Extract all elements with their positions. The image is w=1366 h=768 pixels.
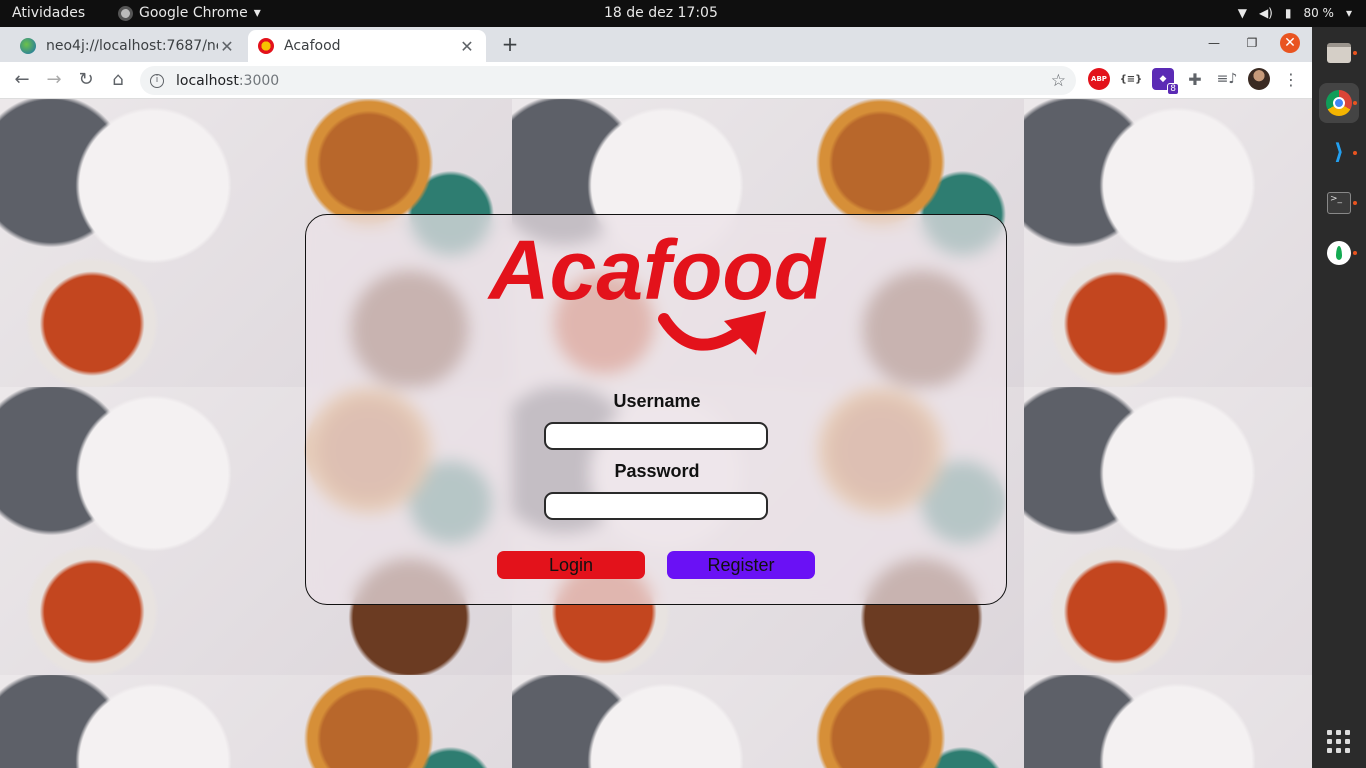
running-indicator (1353, 51, 1357, 55)
media-control-icon[interactable]: ≡♪ (1216, 68, 1238, 90)
tab-neo4j[interactable]: neo4j://localhost:7687/ne ✕ (10, 30, 246, 62)
extension-bar: ABP {≡} ◆ 8 ✚ ≡♪ ⋮ (1088, 68, 1302, 95)
window-controls: — ❐ ✕ (1204, 33, 1300, 53)
system-tray[interactable]: ▼ ◀) ▮ 80 % ▾ (1238, 0, 1352, 27)
bookmark-star-icon[interactable]: ☆ (1051, 71, 1066, 91)
logo-wordmark: Acafood (487, 231, 827, 317)
json-formatter-icon[interactable]: {≡} (1120, 68, 1143, 90)
neo4j-browser-icon (20, 38, 36, 54)
app-menu-label: Google Chrome (139, 5, 248, 21)
url-port: :3000 (238, 72, 280, 89)
running-indicator (1353, 201, 1357, 205)
password-label: Password (614, 461, 700, 481)
gnome-top-bar: Atividades Google Chrome ▾ 18 de dez 17:… (0, 0, 1366, 27)
more-menu-icon[interactable]: ⋮ (1280, 68, 1302, 90)
running-indicator (1353, 151, 1357, 155)
dock-terminal[interactable]: >_ (1319, 183, 1359, 223)
home-icon[interactable]: ⌂ (106, 68, 130, 92)
username-input[interactable] (544, 422, 768, 450)
tab-title: neo4j://localhost:7687/ne (46, 38, 218, 54)
vscode-icon: ⟩ (1333, 140, 1345, 165)
reload-icon[interactable]: ↻ (74, 68, 98, 92)
page-viewport: Acafood Username Password Login Register (0, 99, 1312, 768)
extensions-puzzle-icon[interactable]: ✚ (1184, 68, 1206, 90)
chrome-window: neo4j://localhost:7687/ne ✕ Acafood ✕ + … (0, 27, 1312, 768)
username-label: Username (613, 391, 701, 411)
activities-button[interactable]: Atividades (12, 0, 85, 27)
dock-mongodb-compass[interactable] (1319, 233, 1359, 273)
running-indicator (1353, 251, 1357, 255)
terminal-icon: >_ (1327, 192, 1351, 214)
tab-acafood[interactable]: Acafood ✕ (248, 30, 486, 62)
files-icon (1327, 43, 1351, 63)
password-input[interactable] (544, 492, 768, 520)
url-host: localhost (176, 72, 239, 89)
restore-icon[interactable]: ❐ (1242, 33, 1262, 53)
adblock-plus-icon[interactable]: ABP (1088, 68, 1110, 90)
register-button[interactable]: Register (667, 551, 815, 579)
show-applications-grid-icon[interactable] (1327, 730, 1351, 754)
extension-badge: 8 (1167, 83, 1179, 95)
tab-strip: neo4j://localhost:7687/ne ✕ Acafood ✕ + … (0, 27, 1312, 62)
polywork-extension-icon[interactable]: ◆ 8 (1152, 68, 1179, 95)
acafood-favicon (258, 38, 274, 54)
app-menu[interactable]: Google Chrome ▾ (118, 0, 261, 27)
acafood-logo: Acafood (487, 231, 827, 355)
running-indicator (1353, 101, 1357, 105)
info-icon[interactable]: i (150, 73, 164, 88)
profile-avatar[interactable] (1248, 68, 1270, 90)
login-button[interactable]: Login (497, 551, 645, 579)
battery-icon: ▮ (1284, 6, 1292, 20)
forward-arrow-icon[interactable]: → (42, 68, 66, 92)
clock[interactable]: 18 de dez 17:05 (604, 0, 718, 27)
chrome-icon (118, 6, 133, 21)
chevron-down-icon: ▾ (1345, 6, 1352, 20)
minimize-icon[interactable]: — (1204, 33, 1224, 53)
volume-icon: ◀) (1258, 6, 1273, 20)
login-card: Acafood Username Password Login Register (305, 214, 1007, 605)
dock-files[interactable] (1319, 33, 1359, 73)
address-bar[interactable]: i localhost :3000 ☆ (140, 66, 1076, 95)
wifi-icon: ▼ (1237, 6, 1247, 20)
new-tab-button[interactable]: + (498, 32, 522, 56)
dock-chrome[interactable] (1319, 83, 1359, 123)
close-icon[interactable]: ✕ (218, 37, 236, 56)
back-arrow-icon[interactable]: ← (10, 68, 34, 92)
tab-title: Acafood (284, 38, 341, 54)
ubuntu-dock: ⟩ >_ (1312, 27, 1366, 768)
chrome-icon (1326, 90, 1352, 116)
chevron-down-icon: ▾ (253, 5, 261, 21)
close-icon[interactable]: ✕ (458, 37, 476, 56)
dock-vscode[interactable]: ⟩ (1319, 133, 1359, 173)
battery-level: 80 % (1303, 6, 1334, 20)
close-window-icon[interactable]: ✕ (1280, 33, 1300, 53)
browser-toolbar: ← → ↻ ⌂ i localhost :3000 ☆ ABP {≡} ◆ 8 ✚… (0, 62, 1312, 99)
mongodb-leaf-icon (1327, 241, 1351, 265)
